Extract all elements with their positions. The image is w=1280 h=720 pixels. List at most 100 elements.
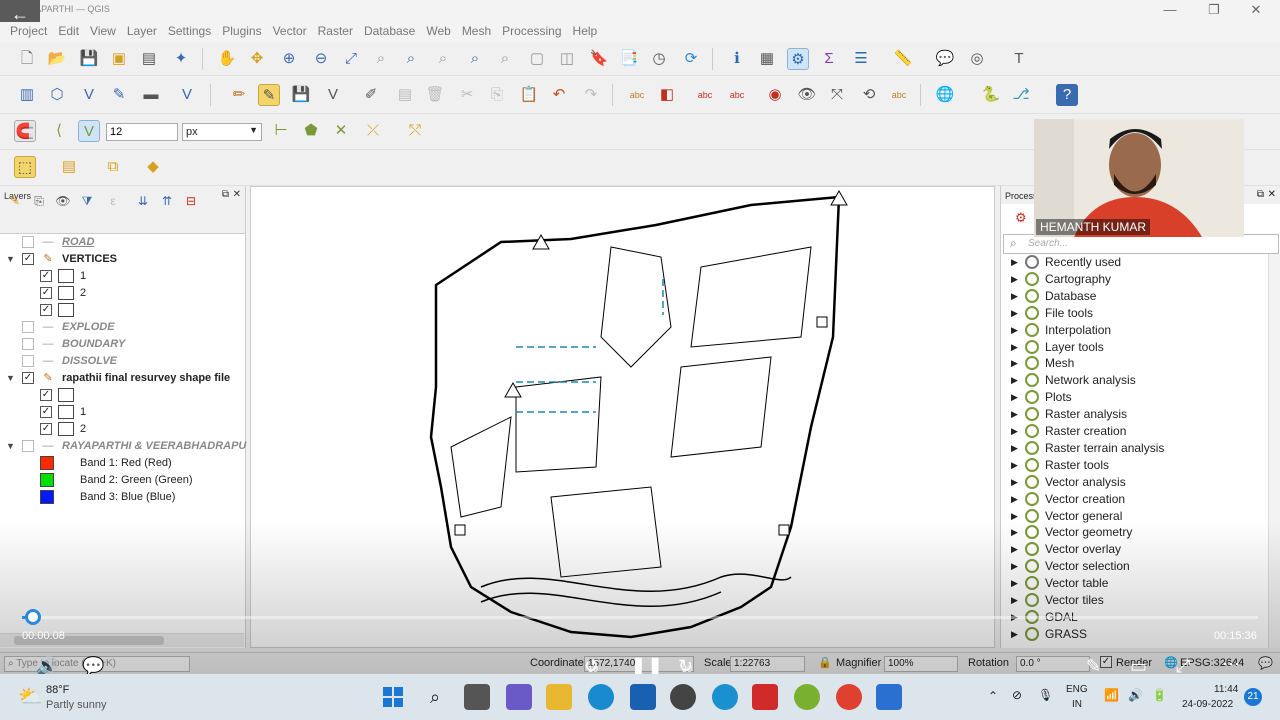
layer-item[interactable]: — DISSOLVE [0, 353, 244, 370]
rotate-label-icon[interactable]: ⟲ [858, 84, 880, 106]
expand-arrow-icon[interactable]: ▶ [1011, 271, 1018, 288]
layer-visibility-checkbox[interactable] [22, 236, 34, 248]
tray-network-icon[interactable]: ⊘ [1012, 688, 1022, 702]
menu-database[interactable]: Database [360, 22, 422, 38]
open-project-icon[interactable]: 📂 [46, 48, 68, 70]
language-code[interactable]: ENG [1066, 684, 1088, 695]
menu-layer[interactable]: Layer [123, 22, 164, 38]
menu-view[interactable]: View [86, 22, 123, 38]
expand-arrow-icon[interactable]: ▶ [1011, 541, 1018, 558]
pin-label-icon[interactable]: abc [726, 84, 748, 106]
manage-visibility-icon[interactable]: 👁 [52, 190, 74, 212]
expand-arrow-icon[interactable]: ▶ [1011, 305, 1018, 322]
open-attribute-table-icon[interactable]: ▦ [756, 48, 778, 70]
zoom-native-icon[interactable]: ⌕ [432, 48, 454, 70]
paste-features-icon[interactable]: 📋 [518, 84, 540, 106]
plugin-globe-icon[interactable]: 🌐 [934, 84, 956, 106]
cut-features-icon[interactable]: ✂ [456, 84, 478, 106]
layer-item[interactable]: Band 3: Blue (Blue) [0, 489, 244, 506]
chrome-icon[interactable] [836, 684, 862, 710]
wifi-icon[interactable]: 📶 [1104, 688, 1119, 702]
layer-item[interactable]: ✓ 2 [0, 421, 244, 438]
close-panel-icon[interactable]: ✕ [233, 189, 241, 200]
zoom-full-icon[interactable]: ⤢ [340, 48, 362, 70]
weather-temp[interactable]: 88°F [46, 684, 69, 696]
zoom-next-icon[interactable]: ⌕ [494, 48, 516, 70]
layer-item[interactable]: Band 1: Red (Red) [0, 455, 244, 472]
new-temporary-layer-icon[interactable]: ▬ [140, 84, 162, 106]
file-explorer-icon[interactable] [546, 684, 572, 710]
toggle-editing-icon[interactable]: ✎ [258, 84, 280, 106]
zoom-selection-icon[interactable]: ⌕ [370, 48, 392, 70]
add-group-icon[interactable]: ⎘ [28, 190, 50, 212]
move-label-icon[interactable]: ⤧ [826, 84, 848, 106]
layer-visibility-checkbox[interactable] [22, 321, 34, 333]
save-edits-icon[interactable]: 💾 [290, 84, 312, 106]
label-tool-icon[interactable]: abc [626, 84, 648, 106]
plugin-network-icon[interactable]: ⎇ [1010, 84, 1032, 106]
layer-visibility-checkbox[interactable]: ✓ [22, 372, 34, 384]
copy-features-icon[interactable]: ⎘ [486, 84, 508, 106]
modify-attributes-icon[interactable]: ▤ [394, 84, 416, 106]
expand-arrow-icon[interactable]: ▼ [6, 438, 15, 455]
text-annotation-icon[interactable]: T [1008, 48, 1030, 70]
snap-vertex-icon[interactable]: V [78, 120, 100, 142]
layer-visibility-checkbox[interactable]: ✓ [40, 389, 52, 401]
current-edits-icon[interactable]: ✏ [228, 84, 250, 106]
processing-toolbox-icon[interactable]: ⚙ [787, 48, 809, 70]
show-hide-labels-icon[interactable]: 👁 [796, 84, 818, 106]
menu-plugins[interactable]: Plugins [218, 22, 268, 38]
snapping-magnet-icon[interactable]: 🧲 [14, 120, 36, 142]
weather-desc[interactable]: Partly sunny [46, 699, 107, 711]
scale-field[interactable]: 1:22763 [730, 656, 805, 672]
render-checkbox[interactable]: ✓ [1100, 656, 1112, 668]
new-project-icon[interactable]: 🗋 [16, 48, 38, 70]
tray-chevron-icon[interactable]: ⌃ [988, 689, 998, 703]
change-label-icon[interactable]: abc [888, 84, 910, 106]
qgis-icon[interactable] [794, 684, 820, 710]
expand-arrow-icon[interactable]: ▶ [1011, 558, 1018, 575]
new-map-view-icon[interactable]: ▢ [526, 48, 548, 70]
more-options-icon[interactable]: ⋯ [1222, 654, 1240, 675]
expand-arrow-icon[interactable]: ▼ [6, 370, 15, 387]
data-source-manager-icon[interactable]: ▥ [16, 84, 38, 106]
redo-icon[interactable]: ↷ [580, 84, 602, 106]
new-3d-map-view-icon[interactable]: ◫ [556, 48, 578, 70]
start-icon[interactable] [380, 684, 406, 710]
help-icon[interactable]: ? [1056, 84, 1078, 106]
expand-arrow-icon[interactable]: ▶ [1011, 355, 1018, 372]
snap-tolerance-input[interactable] [106, 123, 178, 141]
battery-icon[interactable]: 🔋 [1152, 688, 1167, 702]
avoid-overlap-icon[interactable]: ⬟ [300, 120, 322, 142]
toolbox-settings-icon[interactable]: ⚙ [1015, 210, 1027, 226]
layer-item[interactable]: — BOUNDARY [0, 336, 244, 353]
expand-arrow-icon[interactable]: ▶ [1011, 592, 1018, 609]
diagram-tool-icon[interactable]: ◧ [656, 84, 678, 106]
layer-item[interactable]: ✓ 2 [0, 285, 244, 302]
refresh-icon[interactable]: ⟳ [680, 48, 702, 70]
speaker-icon[interactable]: 🔊 [1128, 688, 1143, 702]
video-progress-track[interactable] [22, 616, 1258, 619]
expand-arrow-icon[interactable]: ▶ [1011, 457, 1018, 474]
layer-item[interactable]: — EXPLODE [0, 319, 244, 336]
video-scrubber-handle[interactable] [25, 609, 42, 625]
expand-arrow-icon[interactable]: ▶ [1011, 372, 1018, 389]
search-icon[interactable]: ⌕ [422, 684, 448, 710]
menu-edit[interactable]: Edit [54, 22, 86, 38]
open-layer-styling-icon[interactable]: ✎ [4, 190, 26, 212]
layer-item[interactable]: ▼ ✓ ✎ VERTICES [0, 251, 244, 268]
menu-web[interactable]: Web [422, 22, 457, 38]
expand-arrow-icon[interactable]: ▶ [1011, 440, 1018, 457]
task-view-icon[interactable] [464, 684, 490, 710]
zoom-in-icon[interactable]: ⊕ [278, 48, 300, 70]
map-tips-icon[interactable]: 💬 [934, 48, 956, 70]
layer-item[interactable]: ✓ 1 [0, 268, 244, 285]
layer-visibility-checkbox[interactable] [22, 440, 34, 452]
zoom-out-icon[interactable]: ⊖ [310, 48, 332, 70]
expand-arrow-icon[interactable]: ▶ [1011, 575, 1018, 592]
locate-icon[interactable]: ◎ [966, 48, 988, 70]
close-panel-icon[interactable]: ✕ [1268, 189, 1276, 200]
temporal-controller-icon[interactable]: ◷ [648, 48, 670, 70]
pan-hand-icon[interactable]: ✋ [216, 48, 238, 70]
add-vector-layer-icon[interactable]: ⬡ [46, 84, 68, 106]
